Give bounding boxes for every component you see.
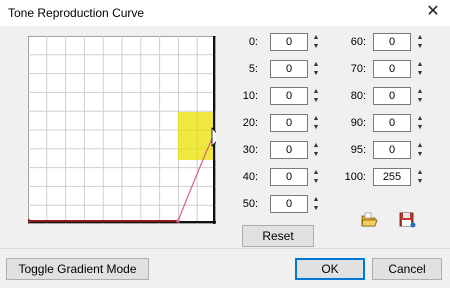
value-input[interactable]: 255: [373, 168, 411, 186]
field-label: 5:: [248, 63, 258, 75]
drag-highlight: [178, 112, 216, 160]
folder-open-icon[interactable]: [360, 211, 378, 229]
value-input[interactable]: 0: [373, 60, 411, 78]
spinner[interactable]: ▲ ▼: [312, 114, 320, 132]
spinner[interactable]: ▲ ▼: [312, 60, 320, 78]
title-bar: Tone Reproduction Curve ✕: [0, 0, 450, 26]
value-input[interactable]: 0: [373, 87, 411, 105]
field-label: 90:: [350, 117, 366, 129]
reset-button[interactable]: Reset: [242, 225, 314, 247]
spin-up-icon[interactable]: ▲: [312, 168, 320, 177]
field-label: 40:: [242, 171, 258, 183]
value-input[interactable]: 0: [270, 168, 308, 186]
spinner[interactable]: ▲ ▼: [416, 168, 424, 186]
toggle-gradient-mode-button[interactable]: Toggle Gradient Mode: [6, 258, 149, 280]
spin-down-icon[interactable]: ▼: [416, 123, 424, 132]
field-label: 10:: [242, 90, 258, 102]
close-icon[interactable]: ✕: [424, 3, 442, 21]
spin-up-icon[interactable]: ▲: [312, 195, 320, 204]
spin-down-icon[interactable]: ▼: [416, 96, 424, 105]
spinner[interactable]: ▲ ▼: [312, 168, 320, 186]
spin-up-icon[interactable]: ▲: [416, 114, 424, 123]
value-input[interactable]: 0: [373, 33, 411, 51]
spin-up-icon[interactable]: ▲: [416, 33, 424, 42]
value-input[interactable]: 0: [270, 87, 308, 105]
field-label: 100:: [344, 171, 366, 183]
field-label: 60:: [350, 36, 366, 48]
spinner[interactable]: ▲ ▼: [312, 87, 320, 105]
spin-down-icon[interactable]: ▼: [416, 150, 424, 159]
spinner[interactable]: ▲ ▼: [416, 141, 424, 159]
spin-down-icon[interactable]: ▼: [312, 42, 320, 51]
spin-up-icon[interactable]: ▲: [416, 141, 424, 150]
field-label: 80:: [350, 90, 366, 102]
spinner[interactable]: ▲ ▼: [416, 114, 424, 132]
spinner[interactable]: ▲ ▼: [312, 33, 320, 51]
curve-editor[interactable]: [28, 36, 216, 224]
spin-up-icon[interactable]: ▲: [312, 114, 320, 123]
field-label: 30:: [242, 144, 258, 156]
spinner[interactable]: ▲ ▼: [312, 195, 320, 213]
spin-up-icon[interactable]: ▲: [416, 87, 424, 96]
spin-down-icon[interactable]: ▼: [416, 42, 424, 51]
spin-up-icon[interactable]: ▲: [312, 33, 320, 42]
value-input[interactable]: 0: [373, 114, 411, 132]
spinner[interactable]: ▲ ▼: [416, 33, 424, 51]
cancel-button[interactable]: Cancel: [372, 258, 442, 280]
spin-up-icon[interactable]: ▲: [312, 60, 320, 69]
field-label: 0:: [248, 36, 258, 48]
value-input[interactable]: 0: [270, 141, 308, 159]
spin-up-icon[interactable]: ▲: [416, 60, 424, 69]
spin-up-icon[interactable]: ▲: [312, 141, 320, 150]
spinner[interactable]: ▲ ▼: [312, 141, 320, 159]
spin-down-icon[interactable]: ▼: [312, 150, 320, 159]
curve-point[interactable]: [176, 219, 180, 223]
floppy-save-icon[interactable]: [398, 211, 416, 229]
value-input[interactable]: 0: [270, 33, 308, 51]
spinner[interactable]: ▲ ▼: [416, 87, 424, 105]
value-input[interactable]: 0: [270, 114, 308, 132]
value-input[interactable]: 0: [270, 60, 308, 78]
spin-down-icon[interactable]: ▼: [312, 69, 320, 78]
footer-separator: [0, 248, 450, 249]
value-input[interactable]: 0: [373, 141, 411, 159]
spin-down-icon[interactable]: ▼: [312, 96, 320, 105]
value-input[interactable]: 0: [270, 195, 308, 213]
spin-down-icon[interactable]: ▼: [312, 123, 320, 132]
spin-down-icon[interactable]: ▼: [312, 177, 320, 186]
spin-down-icon[interactable]: ▼: [416, 177, 424, 186]
spin-up-icon[interactable]: ▲: [416, 168, 424, 177]
field-label: 20:: [242, 117, 258, 129]
spin-up-icon[interactable]: ▲: [312, 87, 320, 96]
window-title: Tone Reproduction Curve: [8, 6, 145, 20]
field-label: 50:: [242, 198, 258, 210]
spinner[interactable]: ▲ ▼: [416, 60, 424, 78]
spin-down-icon[interactable]: ▼: [312, 204, 320, 213]
ok-button[interactable]: OK: [295, 258, 365, 280]
spin-down-icon[interactable]: ▼: [416, 69, 424, 78]
field-label: 95:: [350, 144, 366, 156]
field-label: 70:: [350, 63, 366, 75]
